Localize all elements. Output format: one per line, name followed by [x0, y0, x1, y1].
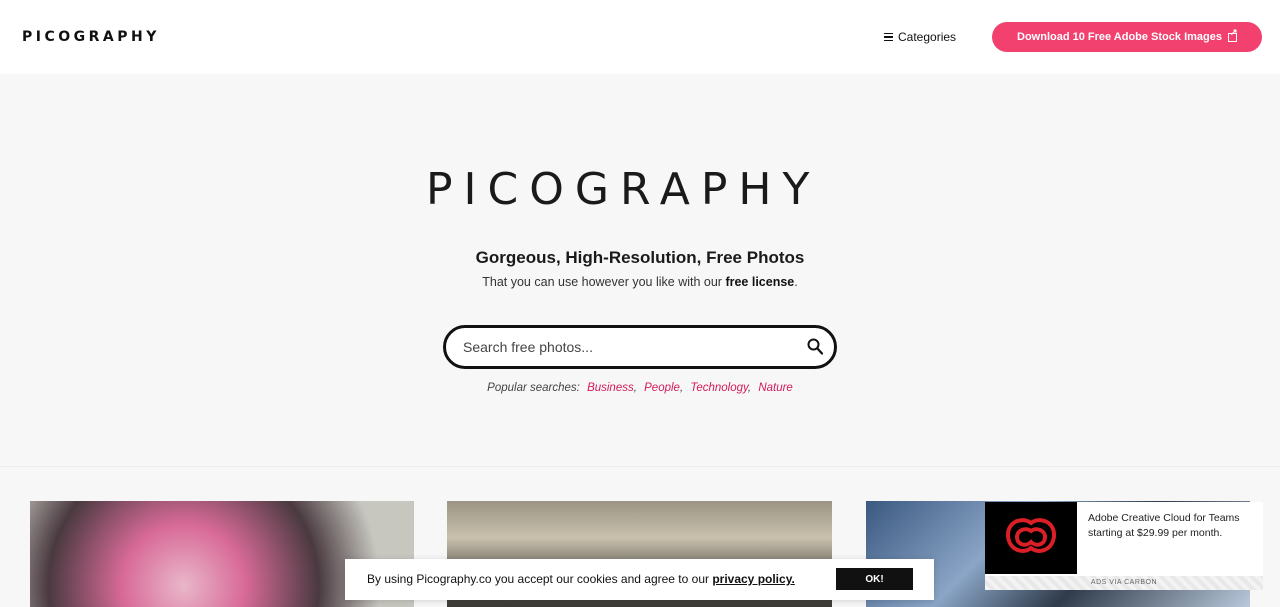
hero-subtitle-text: That you can use however you like with o…: [482, 275, 722, 289]
categories-label: Categories: [898, 30, 957, 44]
menu-icon: [884, 33, 893, 41]
popular-tag-technology[interactable]: Technology: [690, 382, 748, 394]
hero-subtitle-suffix: .: [794, 275, 798, 289]
adobe-cc-icon: [1006, 518, 1056, 553]
ads-via-carbon[interactable]: ADS VIA CARBON: [985, 576, 1263, 590]
cookie-text: By using Picography.co you accept our co…: [367, 572, 795, 586]
categories-link[interactable]: Categories: [884, 30, 956, 44]
popular-searches-label: Popular searches:: [487, 382, 580, 394]
popular-tag-business[interactable]: Business: [587, 382, 634, 394]
popular-tag-people[interactable]: People: [644, 382, 680, 394]
privacy-policy-link[interactable]: privacy policy.: [712, 572, 794, 586]
section-divider: [0, 466, 1280, 467]
site-header: PICOGRAPHY Categories Download 10 Free A…: [0, 0, 1280, 74]
hero-logo: PICOGRAPHY: [426, 164, 821, 215]
cookie-ok-button[interactable]: OK!: [836, 568, 913, 590]
download-adobe-stock-button[interactable]: Download 10 Free Adobe Stock Images: [992, 22, 1262, 52]
carbon-ad[interactable]: Adobe Creative Cloud for Teams starting …: [985, 502, 1263, 590]
download-button-label: Download 10 Free Adobe Stock Images: [1017, 31, 1222, 43]
site-logo[interactable]: PICOGRAPHY: [22, 29, 160, 45]
external-link-icon: [1227, 27, 1238, 42]
ad-image[interactable]: [985, 502, 1077, 574]
search-icon[interactable]: [807, 338, 823, 356]
free-license-link[interactable]: free license: [725, 275, 794, 289]
search-bar: [443, 325, 837, 369]
cookie-message: By using Picography.co you accept our co…: [367, 572, 709, 586]
popular-searches: Popular searches: Business, People, Tech…: [487, 382, 793, 394]
popular-tag-nature[interactable]: Nature: [758, 382, 793, 394]
hero-subtitle: That you can use however you like with o…: [0, 275, 1280, 289]
ad-text[interactable]: Adobe Creative Cloud for Teams starting …: [1088, 511, 1258, 541]
search-input[interactable]: [463, 336, 783, 358]
cookie-banner: By using Picography.co you accept our co…: [345, 559, 934, 600]
hero-title: Gorgeous, High-Resolution, Free Photos: [475, 248, 805, 267]
